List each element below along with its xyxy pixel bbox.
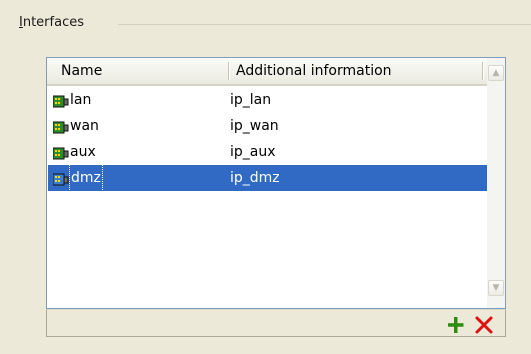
- scroll-up-button[interactable]: ▲: [488, 65, 504, 81]
- table-row[interactable]: dmz ip_dmz: [48, 164, 487, 192]
- column-header-name[interactable]: Name: [61, 58, 102, 84]
- delete-interface-button[interactable]: [473, 314, 495, 336]
- row-additional-info: ip_dmz: [230, 170, 280, 186]
- network-interface-icon: [52, 144, 69, 160]
- list-header: Name Additional information: [47, 58, 487, 86]
- title-text: nterfaces: [22, 15, 84, 30]
- add-interface-button[interactable]: [445, 314, 467, 336]
- list-toolbar: [46, 309, 506, 337]
- network-interface-icon: [52, 118, 69, 134]
- column-header-additional-information[interactable]: Additional information: [236, 58, 392, 84]
- group-divider: [118, 24, 531, 25]
- row-additional-info: ip_wan: [230, 118, 279, 134]
- table-row[interactable]: aux ip_aux: [48, 139, 487, 165]
- interfaces-list[interactable]: Name Additional information lan ip_lan wa…: [46, 57, 506, 309]
- table-row[interactable]: lan ip_lan: [48, 87, 487, 113]
- row-additional-info: ip_aux: [230, 144, 276, 160]
- row-name: dmz: [69, 164, 103, 192]
- row-name: wan: [70, 118, 99, 134]
- column-divider[interactable]: [228, 62, 229, 80]
- row-name: lan: [70, 92, 92, 108]
- network-interface-icon: [52, 170, 69, 186]
- row-name: aux: [70, 144, 96, 160]
- network-interface-icon: [52, 92, 69, 108]
- interfaces-group-title: Interfaces: [19, 15, 88, 31]
- vertical-scrollbar[interactable]: ▲ ▼: [487, 58, 505, 308]
- scroll-down-button[interactable]: ▼: [488, 280, 504, 296]
- plus-icon: [448, 317, 464, 333]
- delete-x-icon: [475, 316, 493, 334]
- chevron-up-icon: ▲: [492, 68, 500, 78]
- row-additional-info: ip_lan: [230, 92, 272, 108]
- column-divider[interactable]: [482, 62, 483, 80]
- table-row[interactable]: wan ip_wan: [48, 113, 487, 139]
- chevron-down-icon: ▼: [492, 283, 500, 293]
